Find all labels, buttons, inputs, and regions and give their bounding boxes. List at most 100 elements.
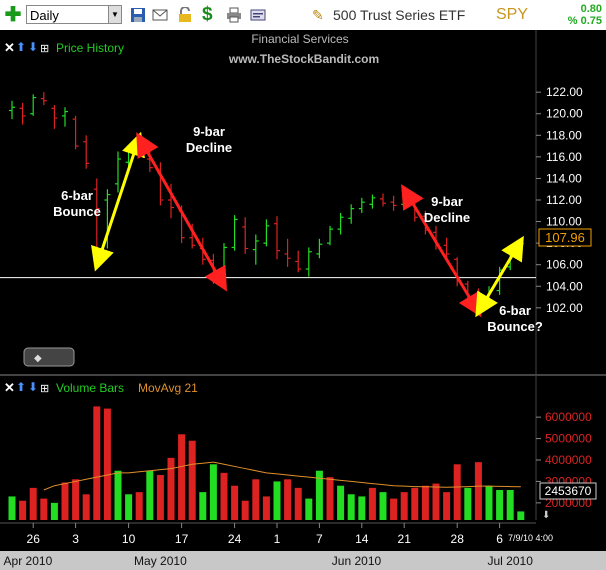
price-panel-title: Price History [56,41,124,55]
price-panel-controls[interactable]: ✕ ⬆ ⬇ ⊞ [4,40,49,55]
volume-bar [506,490,514,520]
volume-bar [421,485,429,520]
ticker-symbol[interactable]: SPY [496,6,528,24]
ma-title: MovAvg 21 [138,381,198,395]
decline2-label: 9-bar Decline [414,194,480,226]
volume-bar [326,477,334,520]
day-tick-label: 10 [122,532,136,546]
axis-date-label: 7/9/10 4:00 [508,533,553,543]
arrow-down-icon[interactable]: ⬇ [28,40,38,54]
price-tick-label: 106.00 [546,258,583,272]
card-icon[interactable] [250,7,266,23]
price-bar [242,217,249,254]
decline2-line1: 9-bar [431,194,463,209]
arrow-down-icon[interactable]: ⬇ [28,380,38,394]
volume-bar [284,479,292,520]
volume-panel-title: Volume Bars [56,381,124,395]
volume-bar [82,494,90,520]
volume-bar [61,482,69,520]
close-icon[interactable]: ✕ [4,380,15,395]
price-bar [30,94,37,116]
volume-bar [273,481,281,520]
price-change: 0.80 % 0.75 [568,3,602,27]
bounce1-label: 6-bar Bounce [44,188,110,220]
scroll-handle-icon[interactable]: ◆ [34,353,42,364]
price-tick-label: 116.00 [546,150,582,164]
volume-bar [337,485,345,520]
price-bar [327,225,333,246]
day-tick-label: 3 [72,532,79,546]
decline1-line2: Decline [185,140,233,155]
volume-bar [443,492,451,520]
price-bar [390,195,397,211]
volume-bar [188,440,196,520]
price-tick-label: 120.00 [546,107,583,121]
volume-bar [156,475,164,520]
volume-bar [252,479,260,520]
volume-bar [432,483,440,520]
price-bar [274,216,280,260]
price-bar [62,107,68,127]
arrow-up-icon[interactable]: ⬆ [16,40,26,54]
volume-bar [146,470,154,520]
mail-icon[interactable] [152,7,168,23]
day-tick-label: 28 [451,532,465,546]
volume-bar [485,485,493,520]
print-icon[interactable] [226,7,242,23]
volume-bar [464,487,472,520]
volume-bar [135,492,143,520]
volume-tick-label: 5000000 [545,432,592,446]
price-bar [305,247,312,277]
zoom-scrollbar[interactable] [23,347,75,367]
day-tick-label: 14 [355,532,369,546]
volume-bar [347,494,355,520]
lock-icon[interactable] [177,7,193,23]
volume-bar [453,464,461,520]
expand-icon[interactable]: ⊞ [40,383,49,395]
price-bar [231,215,238,251]
day-tick-label: 1 [274,532,281,546]
arrow-up-icon[interactable]: ⬆ [16,380,26,394]
price-tick-label: 118.00 [546,128,582,142]
add-icon[interactable]: ✚ [4,5,22,25]
volume-bar [50,502,58,520]
volume-bar [19,500,27,520]
price-tick-label: 114.00 [546,171,582,185]
price-tick-label: 122.00 [546,85,583,99]
month-label: May 2010 [134,554,187,568]
trend-arrow [475,235,524,318]
last-price: 107.96 [545,230,585,245]
price-bar [369,194,376,209]
day-tick-label: 21 [398,532,412,546]
volume-bar [103,408,111,520]
price-bar [19,102,26,125]
chart-area: ✕ ⬆ ⬇ ⊞ Price History Financial Services… [0,30,606,570]
change-value: 0.80 [580,3,602,15]
volume-bar [72,479,80,520]
price-axis: 102.00104.00106.00108.00110.00112.00114.… [536,85,583,315]
volume-panel-controls[interactable]: ✕ ⬆ ⬇ ⊞ [4,380,49,395]
save-icon[interactable] [130,7,146,23]
period-select[interactable]: Daily ▼ [26,5,122,24]
volume-bar [220,472,228,520]
volume-bar [305,498,313,520]
price-bar [83,135,90,169]
price-tick-label: 110.00 [546,215,582,229]
volume-bar [241,500,249,520]
pencil-icon[interactable]: ✎ [312,7,324,24]
bounce1-line1: 6-bar [61,188,93,203]
chevron-down-icon[interactable]: ▼ [108,6,121,23]
expand-icon[interactable]: ⊞ [40,43,49,55]
decline2-line2: Decline [423,210,471,225]
website-label: www.TheStockBandit.com [228,52,379,66]
bounce2-line2: Bounce? [487,319,543,334]
price-bar [221,243,227,281]
volume-bar [411,487,419,520]
month-label: Jun 2010 [332,554,382,568]
down-scroll-icon[interactable]: ⬇ [542,510,550,521]
last-volume: 2453670 [545,484,592,498]
dollar-icon[interactable]: $ [202,4,213,26]
close-icon[interactable]: ✕ [4,40,15,55]
volume-bar [262,496,270,520]
day-tick-label: 24 [228,532,242,546]
